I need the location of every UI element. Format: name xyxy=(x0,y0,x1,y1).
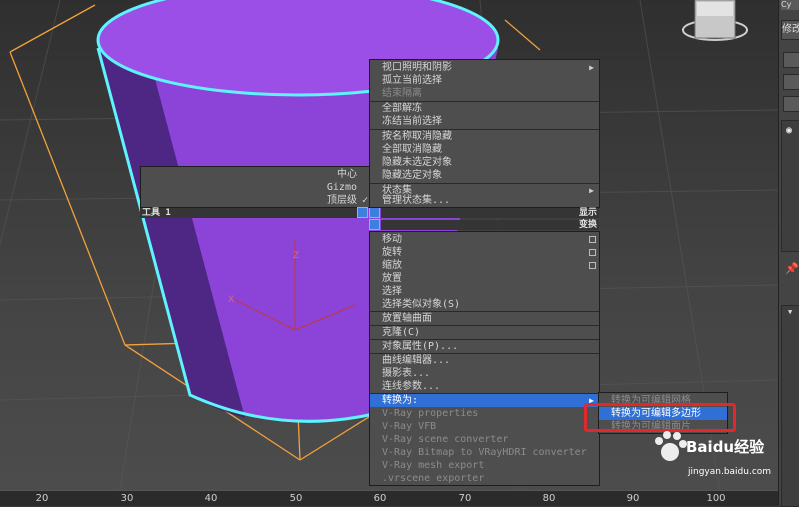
menu-item-move[interactable]: 移动 xyxy=(370,233,599,246)
menu-item-rotate[interactable]: 旋转 xyxy=(370,246,599,259)
menu-item-freeze-selection[interactable]: 冻结当前选择 xyxy=(370,115,599,128)
modifier-stack[interactable]: ◉ xyxy=(781,120,799,252)
menu-item-place[interactable]: 放置 xyxy=(370,272,599,285)
transform-header: 变换 xyxy=(381,220,599,230)
ruler-tick: 40 xyxy=(204,493,218,504)
menu-item-place-pivot-surface[interactable]: 放置轴曲面 xyxy=(370,312,599,325)
menu-item-top-level[interactable]: 顶层级 xyxy=(141,194,371,207)
menu-item-dope-sheet[interactable]: 摄影表... xyxy=(370,367,599,380)
display-header: 显示 xyxy=(381,208,599,218)
menu-item-manage-state-sets[interactable]: 管理状态集... xyxy=(370,195,599,207)
menu-item-wire-parameters[interactable]: 连线参数... xyxy=(370,380,599,393)
tools-1-header: 工具 1 xyxy=(140,208,358,218)
ruler-tick: 70 xyxy=(458,493,472,504)
menu-item-select[interactable]: 选择 xyxy=(370,285,599,298)
menu-item-vray-bitmap-converter[interactable]: V-Ray Bitmap to VRayHDRI converter xyxy=(370,446,599,459)
menu-item-end-isolate: 结束隔离 xyxy=(382,88,422,99)
quad-menu-transform: 移动 旋转 缩放 放置 选择 选择类似对象(S) 放置轴曲面 克隆(C) 对象属… xyxy=(369,231,600,486)
pin-icon[interactable]: 📌 xyxy=(785,262,799,275)
watermark-url: jingyan.baidu.com xyxy=(688,467,772,477)
menu-item-scale[interactable]: 缩放 xyxy=(370,259,599,272)
menu-item-vray-scene-converter[interactable]: V-Ray scene converter xyxy=(370,433,599,446)
viewcube-icon xyxy=(682,0,748,41)
ruler-tick: 50 xyxy=(289,493,303,504)
menu-item-isolate-selection[interactable]: 孤立当前选择 xyxy=(370,74,599,87)
timeline-ruler[interactable]: 20 30 40 50 60 70 80 90 100 xyxy=(0,490,778,506)
menu-item-unhide-by-name[interactable]: 按名称取消隐藏 xyxy=(370,130,599,143)
baidu-jingyan-watermark: Baidu经验 jingyan.baidu.com xyxy=(650,422,778,486)
quad-menu-left: 中心 Gizmo 顶层级 ✓ xyxy=(140,166,372,208)
panel-button[interactable] xyxy=(783,74,799,90)
ruler-tick: 60 xyxy=(373,493,387,504)
parameters-rollout[interactable]: ▼ xyxy=(781,305,799,507)
menu-item-gizmo[interactable]: Gizmo xyxy=(141,181,371,194)
command-panel: Cy 修改 ◉ 📌 ▼ xyxy=(778,0,799,507)
menu-item-unhide-all[interactable]: 全部取消隐藏 xyxy=(370,143,599,156)
menu-item-viewport-lighting[interactable]: 视口照明和阴影 xyxy=(370,61,599,74)
panel-button[interactable] xyxy=(783,52,799,68)
menu-item-hide-unselected[interactable]: 隐藏未选定对象 xyxy=(370,156,599,169)
paw-icon xyxy=(655,431,687,461)
menu-item-center[interactable]: 中心 xyxy=(141,168,371,181)
quad-square-br[interactable] xyxy=(369,219,380,230)
menu-item-select-similar[interactable]: 选择类似对象(S) xyxy=(370,298,599,311)
ruler-tick: 20 xyxy=(35,493,49,504)
ruler-tick: 90 xyxy=(626,493,640,504)
quad-menu-display: 视口照明和阴影 ▶ 孤立当前选择 结束隔离 全部解冻 冻结当前选择 按名称取消隐… xyxy=(369,59,600,208)
menu-item-object-properties[interactable]: 对象属性(P)... xyxy=(370,340,599,353)
menu-item-vrscene-exporter[interactable]: .vrscene exporter xyxy=(370,472,599,485)
menu-item-unfreeze-all[interactable]: 全部解冻 xyxy=(370,102,599,115)
panel-button[interactable] xyxy=(783,96,799,112)
menu-item-vray-properties[interactable]: V-Ray properties xyxy=(370,407,599,420)
rollout-arrow-icon[interactable]: ▼ xyxy=(788,308,792,316)
ruler-tick: 100 xyxy=(706,493,726,504)
z-axis-label: Z xyxy=(293,251,299,261)
watermark-brand: Baidu经验 xyxy=(686,438,765,456)
ruler-tick: 30 xyxy=(120,493,134,504)
menu-item-hide-selection[interactable]: 隐藏选定对象 xyxy=(370,169,599,182)
perspective-viewport[interactable]: Z X 中心 Gizmo 顶层级 ✓ 工具 1 视口照明和阴影 ▶ 孤立当前选择… xyxy=(0,0,778,490)
quad-square-tl[interactable] xyxy=(357,207,368,218)
menu-item-convert-to[interactable]: 转换为: xyxy=(370,394,599,407)
ruler-tick: 80 xyxy=(542,493,556,504)
menu-item-curve-editor[interactable]: 曲线编辑器... xyxy=(370,354,599,367)
menu-item-vray-mesh-export[interactable]: V-Ray mesh export xyxy=(370,459,599,472)
menu-item-vray-vfb[interactable]: V-Ray VFB xyxy=(370,420,599,433)
menu-item-clone[interactable]: 克隆(C) xyxy=(370,326,599,339)
quad-square-tr[interactable] xyxy=(369,207,380,218)
x-axis-label: X xyxy=(228,295,234,305)
modifier-list-dropdown[interactable]: 修改 xyxy=(781,20,799,40)
eye-icon[interactable]: ◉ xyxy=(786,125,792,136)
check-icon: ✓ xyxy=(361,195,368,206)
object-name-field[interactable]: Cy xyxy=(781,0,799,10)
